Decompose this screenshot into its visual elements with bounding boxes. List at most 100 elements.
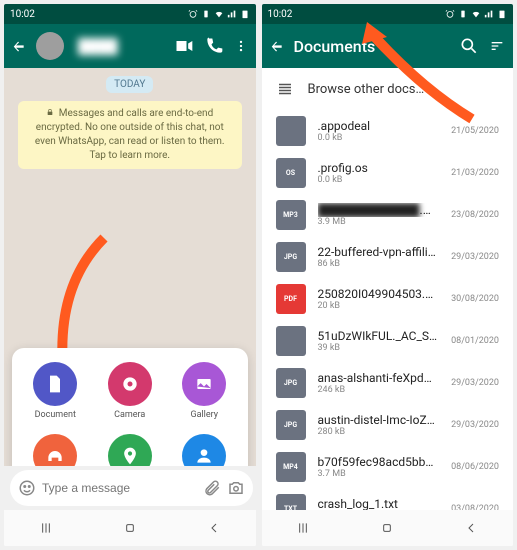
sort-icon[interactable]	[489, 36, 505, 56]
file-size: 246 kB	[318, 385, 440, 395]
attach-camera[interactable]: Camera	[95, 362, 166, 420]
status-bar: 10:02	[4, 4, 256, 24]
back-nav-icon[interactable]	[206, 520, 222, 536]
message-input-row	[4, 466, 256, 510]
file-row[interactable]: MP3████████████.mp33.9 MB23/08/2020	[262, 194, 514, 236]
file-size: 3.9 MB	[318, 217, 440, 227]
file-name: austin-distel-Imc-IoZDMXc-unsplash.jpg	[318, 413, 440, 427]
file-name: anas-alshanti-feXpdV001o4-unsplash.j…	[318, 371, 440, 385]
signal-icon	[484, 9, 494, 19]
status-time: 10:02	[268, 9, 293, 20]
back-nav-icon[interactable]	[463, 520, 479, 536]
battery-icon	[240, 9, 250, 19]
attach-icon[interactable]	[203, 479, 221, 497]
file-date: 29/03/2020	[451, 420, 499, 430]
message-input[interactable]	[42, 481, 197, 495]
file-size: 0.0 kB	[318, 133, 440, 143]
file-row[interactable]: TXTcrash_log_1.txt20 kB03/08/2020	[262, 488, 514, 510]
file-type-icon: JPG	[276, 242, 306, 272]
file-date: 29/03/2020	[451, 378, 499, 388]
file-row[interactable]: PDF 250820I049904503.pdf20 kB 30/08/2020	[262, 278, 514, 320]
file-row[interactable]: OS .profig.os0.0 kB 21/03/2020	[262, 152, 514, 194]
file-type-icon: JPG	[276, 410, 306, 440]
search-icon[interactable]	[459, 36, 479, 56]
chat-screen: 10:02 ████ TODAY Messages and calls are …	[4, 4, 256, 546]
vibrate-icon	[458, 9, 468, 19]
file-type-icon: OS	[276, 158, 306, 188]
nav-bar	[4, 510, 256, 546]
file-name: crash_log_1.txt	[318, 497, 440, 510]
file-size: 39 kB	[318, 343, 440, 353]
attach-label: Document	[35, 410, 76, 420]
battery-icon	[497, 9, 507, 19]
recents-nav-icon[interactable]	[295, 520, 311, 536]
file-type-icon: PDF	[276, 284, 306, 314]
browse-icon	[276, 80, 294, 98]
contact-name[interactable]: ████	[74, 38, 164, 55]
file-date: 30/08/2020	[451, 294, 499, 304]
file-list: .appodeal0.0 kB21/05/2020OS.profig.os0.0…	[262, 110, 514, 510]
file-name: .appodeal	[318, 119, 440, 133]
wifi-icon	[471, 9, 481, 19]
docs-app-bar: Documents	[262, 24, 514, 68]
back-icon[interactable]	[12, 39, 26, 53]
file-row[interactable]: JPG22-buffered-vpn-affiliate.jpg86 kB29/…	[262, 236, 514, 278]
file-name: 51uDzWIkFUL._AC_SY100_ML1_FMwe…	[318, 329, 440, 343]
file-date: 23/08/2020	[451, 210, 499, 220]
file-row[interactable]: MP4 b70f59fec98acd5bbd98f5849f8720de…3.7 …	[262, 446, 514, 488]
attach-document[interactable]: Document	[20, 362, 91, 420]
file-name: 250820I049904503.pdf	[318, 287, 440, 301]
documents-screen: 10:02 Documents Browse other docs… .appo…	[262, 4, 514, 546]
file-size: 280 kB	[318, 427, 440, 437]
status-bar: 10:02	[262, 4, 514, 24]
browse-other-docs[interactable]: Browse other docs…	[262, 68, 514, 110]
lock-icon	[46, 107, 54, 117]
attach-label: Camera	[114, 410, 145, 420]
browse-label: Browse other docs…	[308, 82, 425, 97]
file-name: 22-buffered-vpn-affiliate.jpg	[318, 245, 440, 259]
file-row[interactable]: .appodeal0.0 kB 21/05/2020	[262, 110, 514, 152]
file-type-icon: MP4	[276, 452, 306, 482]
file-row[interactable]: JPG anas-alshanti-feXpdV001o4-unsplash.j……	[262, 362, 514, 404]
gal-icon	[182, 362, 226, 406]
status-time: 10:02	[10, 9, 35, 20]
recents-nav-icon[interactable]	[38, 520, 54, 536]
home-nav-icon[interactable]	[122, 520, 138, 536]
file-date: 21/03/2020	[451, 168, 499, 178]
signal-icon	[227, 9, 237, 19]
chat-body: TODAY Messages and calls are end-to-end …	[4, 68, 256, 510]
camera-icon[interactable]	[227, 479, 245, 497]
status-icons	[445, 9, 507, 19]
voice-call-icon[interactable]	[204, 36, 224, 56]
menu-icon[interactable]	[234, 36, 248, 56]
message-input-box[interactable]	[10, 470, 253, 506]
video-call-icon[interactable]	[174, 36, 194, 56]
file-date: 08/06/2020	[451, 462, 499, 472]
vibrate-icon	[201, 9, 211, 19]
back-icon[interactable]	[270, 39, 284, 53]
file-date: 21/05/2020	[451, 126, 499, 136]
file-row[interactable]: 51uDzWIkFUL._AC_SY100_ML1_FMwe…39 kB08/0…	[262, 320, 514, 362]
file-size: 3.7 MB	[318, 469, 440, 479]
file-size: 0.0 kB	[318, 175, 440, 185]
attach-gallery[interactable]: Gallery	[169, 362, 240, 420]
file-size: 86 kB	[318, 259, 440, 269]
file-type-icon	[276, 326, 306, 356]
alarm-icon	[188, 9, 198, 19]
file-size: 20 kB	[318, 301, 440, 311]
docs-title: Documents	[294, 37, 450, 56]
file-type-icon: MP3	[276, 200, 306, 230]
file-row[interactable]: JPG austin-distel-Imc-IoZDMXc-unsplash.jp…	[262, 404, 514, 446]
encryption-notice[interactable]: Messages and calls are end-to-end encryp…	[18, 101, 242, 169]
contact-avatar[interactable]	[36, 32, 64, 60]
wifi-icon	[214, 9, 224, 19]
file-name: b70f59fec98acd5bbd98f5849f8720de…	[318, 455, 440, 469]
file-type-icon: TXT	[276, 494, 306, 510]
file-name: .profig.os	[318, 161, 440, 175]
emoji-icon[interactable]	[18, 479, 36, 497]
docs-body: Browse other docs… .appodeal0.0 kB21/05/…	[262, 68, 514, 510]
alarm-icon	[445, 9, 455, 19]
home-nav-icon[interactable]	[379, 520, 395, 536]
doc-icon	[33, 362, 77, 406]
file-type-icon: JPG	[276, 368, 306, 398]
